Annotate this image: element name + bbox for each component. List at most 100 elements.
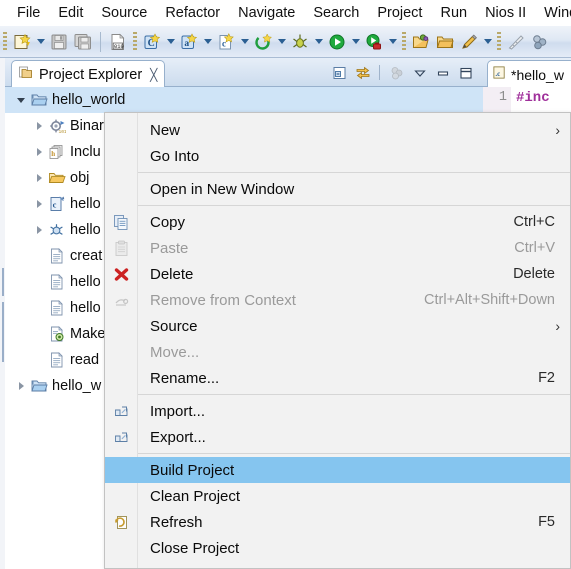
ruler-icon[interactable] <box>505 31 527 53</box>
annotation-dropdown-icon[interactable] <box>481 31 494 53</box>
menu-refactor[interactable]: Refactor <box>156 2 229 24</box>
toolbar-grip-3[interactable] <box>402 31 406 52</box>
new-cpp-class-icon[interactable]: a <box>178 31 200 53</box>
chevron-right-icon[interactable] <box>13 373 29 399</box>
menu-icon-slot <box>105 117 138 143</box>
menu-file[interactable]: File <box>8 2 49 24</box>
tree-item-hello-world[interactable]: hello_world <box>5 87 483 113</box>
run-debug-icon[interactable] <box>363 31 385 53</box>
maximize-view-icon[interactable] <box>456 63 475 82</box>
perspective-icon[interactable] <box>529 31 551 53</box>
new-c-project-icon[interactable]: C <box>141 31 163 53</box>
menu-item-move: Move... <box>105 339 570 365</box>
build-icon[interactable] <box>252 31 274 53</box>
minimize-view-icon[interactable] <box>433 63 452 82</box>
main-toolbar: 010 C a c <box>0 26 571 58</box>
folder-icon <box>47 168 67 188</box>
makefile-icon <box>47 324 67 344</box>
toolbar-grip[interactable] <box>3 31 7 52</box>
tree-item-label: read <box>70 352 100 368</box>
debug-dropdown-icon[interactable] <box>312 31 325 53</box>
menu-item-close-unrelated-projects[interactable]: Close Unrelated Projects <box>105 561 570 569</box>
chevron-right-icon: › <box>555 318 560 334</box>
menu-navigate[interactable]: Navigate <box>229 2 304 24</box>
chevron-right-icon[interactable] <box>31 113 47 139</box>
annotation-icon[interactable] <box>458 31 480 53</box>
tab-project-explorer[interactable]: Project Explorer ╳ <box>11 60 166 88</box>
close-icon[interactable]: ╳ <box>150 68 157 82</box>
menu-item-export[interactable]: Export... <box>105 424 570 450</box>
menu-item-label: Copy <box>150 213 186 231</box>
binary-file-icon[interactable]: 010 <box>107 31 129 53</box>
link-with-editor-icon[interactable] <box>353 63 372 82</box>
open-type-icon[interactable] <box>410 31 432 53</box>
menu-search[interactable]: Search <box>304 2 368 24</box>
menu-icon-slot <box>105 339 138 365</box>
menu-item-close-project[interactable]: Close Project <box>105 535 570 561</box>
new-c-file-dropdown-icon[interactable] <box>238 31 251 53</box>
menu-item-go-into[interactable]: Go Into <box>105 143 570 169</box>
menu-item-clean-project[interactable]: Clean Project <box>105 483 570 509</box>
debug-icon[interactable] <box>289 31 311 53</box>
save-icon[interactable] <box>48 31 70 53</box>
open-resource-icon[interactable] <box>434 31 456 53</box>
toolbar-grip-4[interactable] <box>497 31 501 52</box>
chevron-right-icon[interactable] <box>31 217 47 243</box>
menu-icon-slot <box>105 483 138 509</box>
collapse-all-icon[interactable] <box>330 63 349 82</box>
menu-item-label: Paste <box>150 239 189 257</box>
project-explorer-icon <box>18 64 34 85</box>
menu-item-label: Rename... <box>150 369 220 387</box>
save-all-icon[interactable] <box>72 31 94 53</box>
focus-on-active-task-icon[interactable] <box>387 63 406 82</box>
menu-source[interactable]: Source <box>92 2 156 24</box>
menu-separator <box>138 172 570 173</box>
new-cpp-class-dropdown-icon[interactable] <box>201 31 214 53</box>
run-icon[interactable] <box>326 31 348 53</box>
build-dropdown-icon[interactable] <box>275 31 288 53</box>
toolbar-grip-2[interactable] <box>133 31 137 52</box>
import-icon <box>105 398 138 424</box>
menu-item-label: Delete <box>150 265 194 283</box>
menu-nios-ii[interactable]: Nios II <box>476 2 535 24</box>
editor-tab-bar: .c *hello_w <box>483 58 571 88</box>
menu-item-new[interactable]: New › <box>105 117 570 143</box>
chevron-right-icon: › <box>555 122 560 138</box>
menu-item-import[interactable]: Import... <box>105 398 570 424</box>
menu-item-source[interactable]: Source › <box>105 313 570 339</box>
chevron-right-icon[interactable] <box>31 191 47 217</box>
new-wizard-dropdown-icon[interactable] <box>34 31 47 53</box>
new-c-project-dropdown-icon[interactable] <box>164 31 177 53</box>
run-debug-dropdown-icon[interactable] <box>386 31 399 53</box>
menu-project[interactable]: Project <box>368 2 431 24</box>
chevron-right-icon[interactable] <box>31 139 47 165</box>
chevron-right-icon[interactable] <box>31 165 47 191</box>
chevron-down-icon[interactable] <box>13 87 29 113</box>
project-context-menu: New › Go Into Open in New Window Copy Ct… <box>104 112 571 569</box>
svg-text:c: c <box>53 200 57 210</box>
menu-item-open-in-new-window[interactable]: Open in New Window <box>105 176 570 202</box>
includes-icon: h <box>47 142 67 162</box>
c-file-icon: .c <box>492 65 507 85</box>
menu-item-build-project[interactable]: Build Project <box>105 457 570 483</box>
eclipse-ide-window: File Edit Source Refactor Navigate Searc… <box>0 0 571 569</box>
menu-edit[interactable]: Edit <box>49 2 92 24</box>
menu-run[interactable]: Run <box>431 2 476 24</box>
new-wizard-icon[interactable] <box>11 31 33 53</box>
menu-item-shortcut: Ctrl+Alt+Shift+Down <box>424 292 555 308</box>
menu-item-rename[interactable]: Rename... F2 <box>105 365 570 391</box>
context-menu-list: New › Go Into Open in New Window Copy Ct… <box>105 113 570 569</box>
menu-separator <box>138 205 570 206</box>
menu-item-copy[interactable]: Copy Ctrl+C <box>105 209 570 235</box>
new-c-file-icon[interactable]: c <box>215 31 237 53</box>
menu-item-paste: Paste Ctrl+V <box>105 235 570 261</box>
menu-item-label: Close Project <box>150 539 240 557</box>
tree-item-label: hello <box>70 196 101 212</box>
run-dropdown-icon[interactable] <box>349 31 362 53</box>
menu-item-refresh[interactable]: Refresh F5 <box>105 509 570 535</box>
view-menu-icon[interactable] <box>410 63 429 82</box>
menu-window[interactable]: Wind <box>535 2 571 24</box>
tab-hello-world-c[interactable]: .c *hello_w <box>487 60 571 88</box>
paste-icon <box>105 235 138 261</box>
menu-item-delete[interactable]: Delete Delete <box>105 261 570 287</box>
